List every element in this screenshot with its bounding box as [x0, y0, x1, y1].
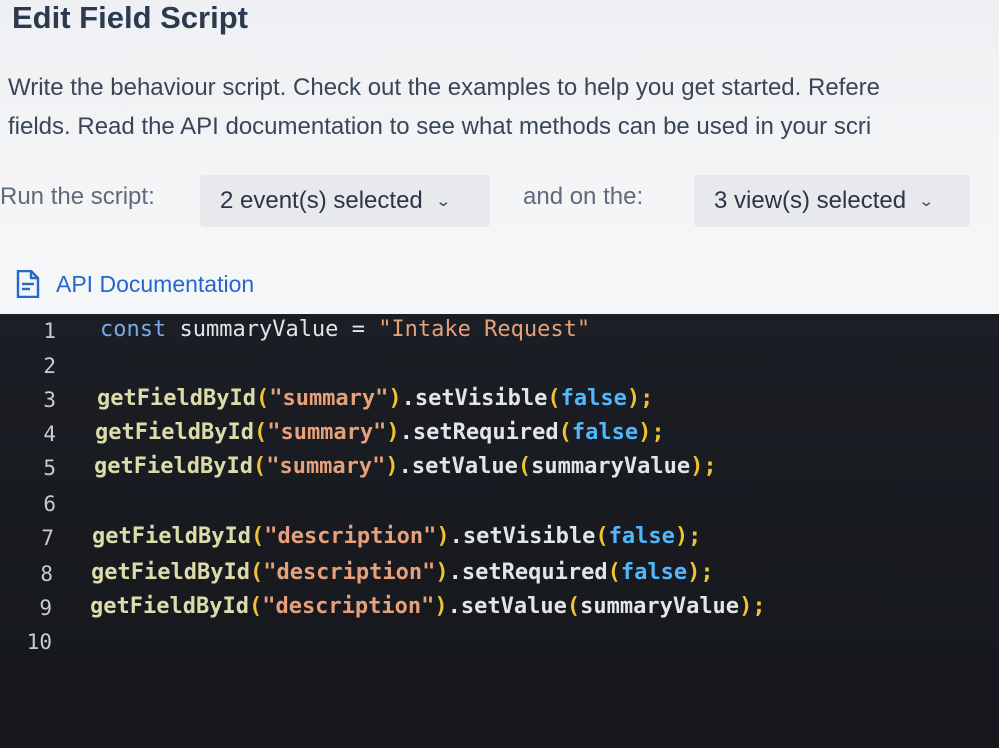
argument-token: false — [560, 386, 627, 411]
argument-token: false — [571, 420, 639, 445]
and-on-the-label: and on the: — [523, 183, 644, 210]
code-editor[interactable]: 1 2 3 4 5 6 7 8 9 10 const summaryValue = "Intake… — [0, 314, 999, 748]
string-token: "description" — [262, 594, 435, 619]
string-token: "summary" — [266, 454, 386, 479]
paren-token: ) — [434, 594, 448, 619]
line-number: 1 — [43, 319, 56, 343]
line-number: 9 — [39, 596, 52, 620]
method-token: .setVisible — [401, 386, 548, 411]
semicolon-token: ; — [688, 524, 702, 549]
line-number: 5 — [43, 456, 56, 480]
code-line: const summaryValue = "Intake Request" — [100, 317, 590, 342]
run-script-label: Run the script: — [0, 183, 155, 210]
code-line: getFieldById("description").setRequired(… — [91, 560, 714, 585]
description-line-2: fields. Read the API documentation to se… — [8, 113, 872, 140]
paren-token: ( — [517, 454, 532, 479]
code-line: getFieldById("description").setValue(sum… — [90, 594, 766, 619]
string-token: "summary" — [269, 386, 389, 411]
semicolon-token: ; — [703, 454, 717, 479]
keyword-token: const — [100, 317, 167, 342]
function-token: getFieldById — [92, 524, 251, 549]
code-line: getFieldById("summary").setValue(summary… — [94, 454, 717, 479]
semicolon-token: ; — [700, 560, 714, 585]
function-token: getFieldById — [90, 594, 249, 619]
operator-token: = — [351, 317, 365, 342]
argument-token: false — [608, 524, 675, 549]
paren-token: ( — [547, 386, 561, 411]
paren-token: ) — [626, 386, 641, 411]
paren-token: ( — [250, 524, 265, 549]
method-token: .setRequired — [448, 560, 608, 585]
paren-token: ( — [607, 560, 621, 585]
dialog-title: Edit Field Script — [12, 0, 248, 35]
line-number: 3 — [43, 388, 56, 412]
paren-token: ( — [595, 524, 609, 549]
argument-token: summaryValue — [580, 594, 740, 619]
paren-token: ) — [435, 560, 449, 585]
views-select-value: 3 view(s) selected — [714, 187, 907, 214]
identifier-token: summaryValue — [179, 317, 339, 342]
argument-token: false — [620, 560, 688, 585]
string-token: "description" — [264, 524, 437, 549]
dialog-header: Edit Field Script Write the behaviour sc… — [0, 0, 999, 256]
code-line: getFieldById("description").setVisible(f… — [92, 524, 701, 549]
line-number: 2 — [43, 354, 56, 378]
paren-token: ( — [566, 594, 581, 619]
string-token: "summary" — [267, 420, 387, 445]
paren-token: ) — [739, 594, 753, 619]
string-token: "description" — [263, 560, 436, 585]
description-line-1: Write the behaviour script. Check out th… — [8, 74, 881, 101]
paren-token: ) — [687, 560, 701, 585]
line-number: 10 — [26, 630, 52, 654]
code-line: getFieldById("summary").setRequired(fals… — [95, 420, 665, 445]
paren-token: ) — [385, 454, 399, 479]
paren-token: ) — [674, 524, 689, 549]
paren-token: ( — [255, 386, 270, 411]
paren-token: ( — [248, 594, 263, 619]
dialog-description: Write the behaviour script. Check out th… — [8, 68, 999, 146]
function-token: getFieldById — [91, 560, 250, 585]
paren-token: ( — [253, 420, 268, 445]
events-select-value: 2 event(s) selected — [220, 187, 423, 214]
paren-token: ( — [558, 420, 572, 445]
line-number: 6 — [43, 492, 56, 516]
paren-token: ( — [249, 560, 264, 585]
events-select[interactable]: 2 event(s) selected ⌄ — [200, 175, 490, 227]
method-token: .setValue — [447, 594, 567, 619]
line-number: 4 — [43, 422, 56, 446]
run-script-row: Run the script: 2 event(s) selected ⌄ an… — [0, 175, 999, 231]
code-line: getFieldById("summary").setVisible(false… — [97, 386, 653, 411]
method-token: .setValue — [398, 454, 518, 479]
function-token: getFieldById — [95, 420, 254, 445]
semicolon-token: ; — [651, 420, 665, 445]
api-documentation-label: API Documentation — [56, 270, 255, 297]
line-number: 7 — [41, 526, 54, 550]
paren-token: ) — [388, 386, 402, 411]
string-token: "Intake Request" — [378, 317, 591, 342]
api-documentation-bar: API Documentation — [0, 256, 999, 314]
paren-token: ) — [386, 420, 400, 445]
api-documentation-link[interactable]: API Documentation — [16, 270, 254, 298]
chevron-down-icon: ⌄ — [434, 193, 452, 210]
views-select[interactable]: 3 view(s) selected ⌄ — [694, 175, 970, 227]
chevron-down-icon: ⌄ — [918, 193, 935, 210]
document-icon — [16, 270, 40, 298]
semicolon-token: ; — [752, 594, 766, 619]
argument-token: summaryValue — [531, 454, 691, 479]
method-token: .setRequired — [399, 420, 559, 445]
paren-token: ) — [436, 524, 450, 549]
function-token: getFieldById — [97, 386, 256, 411]
method-token: .setVisible — [449, 524, 596, 549]
paren-token: ) — [690, 454, 704, 479]
function-token: getFieldById — [94, 454, 253, 479]
paren-token: ( — [252, 454, 267, 479]
semicolon-token: ; — [640, 386, 654, 411]
paren-token: ) — [638, 420, 652, 445]
line-number: 8 — [40, 562, 53, 586]
